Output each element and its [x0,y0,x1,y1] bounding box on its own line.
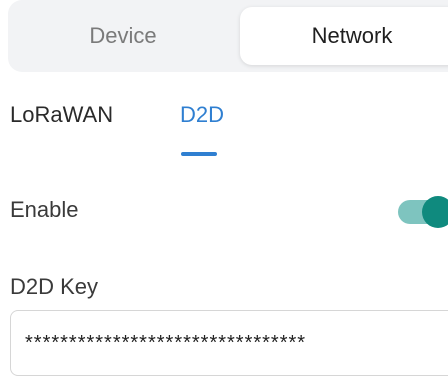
d2d-key-input[interactable]: ******************************** [10,310,448,376]
device-network-switch: Device Network [8,0,448,72]
tab-device[interactable]: Device [8,7,238,65]
enable-label: Enable [10,197,79,222]
active-tab-indicator [181,152,217,156]
enable-toggle[interactable] [398,196,448,228]
subtab-lorawan[interactable]: LoRaWAN [10,102,113,128]
toggle-knob [422,196,448,228]
subtab-d2d[interactable]: D2D [180,102,224,128]
tab-network[interactable]: Network [240,7,448,65]
d2d-key-label: D2D Key [10,274,99,299]
